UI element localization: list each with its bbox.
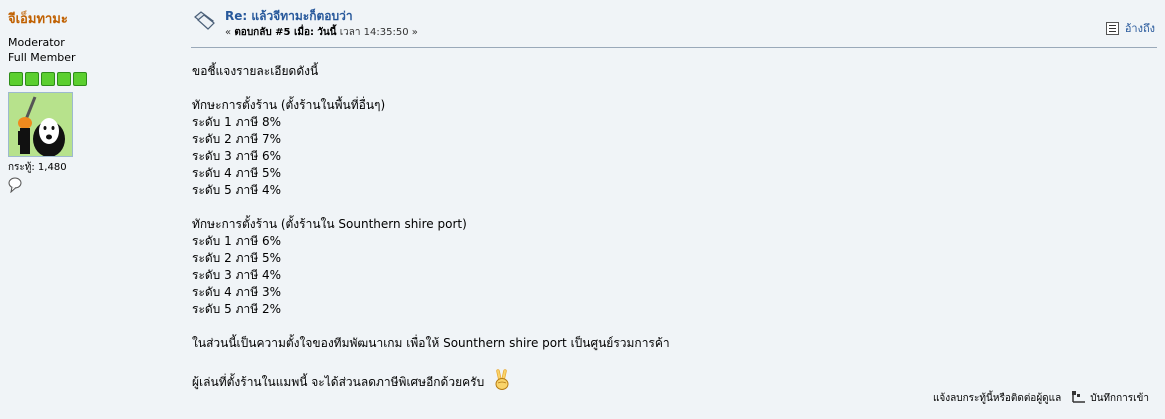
post-count: กระทู้: 1,480 bbox=[8, 162, 67, 173]
report-to-moderator-link[interactable]: แจ้งลบกระทู้นี้หรือติดต่อผู้ดูแล bbox=[933, 391, 1061, 406]
post-body: ขอชี้แจงรายละเอียดดังนี้ ทักษะการตั้งร้า… bbox=[192, 63, 670, 396]
section1-line: ระดับ 3 ภาษี 6% bbox=[192, 149, 281, 163]
post-footer: แจ้งลบกระทู้นี้หรือติดต่อผู้ดูแล บันทึกก… bbox=[933, 390, 1149, 406]
section1-line: ระดับ 2 ภาษี 7% bbox=[192, 132, 281, 146]
section2-title: ทักษะการตั้งร้าน (ตั้งร้านใน Sounthern s… bbox=[192, 217, 467, 231]
post-icon bbox=[193, 11, 215, 35]
section1-line: ระดับ 5 ภาษี 4% bbox=[192, 183, 281, 197]
poster-name[interactable]: จีเอ็มทามะ bbox=[8, 8, 180, 29]
rank-star-icon bbox=[41, 72, 55, 86]
section2-line: ระดับ 1 ภาษี 6% bbox=[192, 234, 281, 248]
quote-label: อ้างถึง bbox=[1124, 22, 1155, 35]
meta-suffix: » bbox=[411, 27, 418, 38]
rank-star-icon bbox=[25, 72, 39, 86]
section1-line: ระดับ 1 ภาษี 8% bbox=[192, 115, 281, 129]
speech-bubble-icon[interactable] bbox=[8, 177, 22, 194]
section2-line: ระดับ 5 ภาษี 2% bbox=[192, 302, 281, 316]
ip-log-icon bbox=[1071, 390, 1086, 406]
rank-star-icon bbox=[9, 72, 23, 86]
poster-rank: Full Member bbox=[8, 51, 76, 64]
body-closing-line: ผู้เล่นที่ตั้งร้านในแมพนี้ จะได้ส่วนลดภา… bbox=[192, 369, 670, 396]
post-header: Re: แล้วจีทามะก็ตอบว่า « ตอบกลับ #5 เมื่… bbox=[191, 7, 1157, 41]
post-divider bbox=[191, 47, 1157, 48]
poster-info: จีเอ็มทามะ Moderator Full Member กระทู้:… bbox=[0, 0, 180, 419]
logged-label: บันทึกการเข้า bbox=[1090, 392, 1149, 404]
section1-title: ทักษะการตั้งร้าน (ตั้งร้านในพื้นที่อื่นๆ… bbox=[192, 98, 386, 112]
avatar bbox=[8, 92, 73, 157]
body-note: ในส่วนนี้เป็นความตั้งใจของทีมพัฒนาเกม เพ… bbox=[192, 336, 670, 350]
body-intro: ขอชี้แจงรายละเอียดดังนี้ bbox=[192, 64, 319, 78]
post-subject[interactable]: Re: แล้วจีทามะก็ตอบว่า bbox=[225, 7, 353, 26]
meta-reply: ตอบกลับ #5 เมื่อ: bbox=[234, 27, 315, 38]
rank-star-icon bbox=[57, 72, 71, 86]
section2-line: ระดับ 2 ภาษี 5% bbox=[192, 251, 281, 265]
logged-item: บันทึกการเข้า bbox=[1071, 390, 1149, 406]
poster-role: Moderator bbox=[8, 36, 65, 49]
meta-time: เวลา 14:35:50 bbox=[339, 27, 409, 38]
meta-date: วันนี้ bbox=[317, 27, 337, 38]
quote-button[interactable]: อ้างถึง bbox=[1105, 19, 1155, 37]
rank-stars bbox=[9, 72, 180, 86]
quote-icon bbox=[1105, 21, 1119, 35]
rank-star-icon bbox=[73, 72, 87, 86]
section2-line: ระดับ 4 ภาษี 3% bbox=[192, 285, 281, 299]
section1-line: ระดับ 4 ภาษี 5% bbox=[192, 166, 281, 180]
section2-line: ระดับ 3 ภาษี 4% bbox=[192, 268, 281, 282]
post-meta: « ตอบกลับ #5 เมื่อ: วันนี้ เวลา 14:35:50… bbox=[225, 25, 418, 40]
victory-hand-emoticon-icon bbox=[492, 369, 512, 396]
post: Re: แล้วจีทามะก็ตอบว่า « ตอบกลับ #5 เมื่… bbox=[191, 7, 1157, 419]
body-closing: ผู้เล่นที่ตั้งร้านในแมพนี้ จะได้ส่วนลดภา… bbox=[192, 375, 485, 389]
meta-prefix: « bbox=[225, 27, 232, 38]
